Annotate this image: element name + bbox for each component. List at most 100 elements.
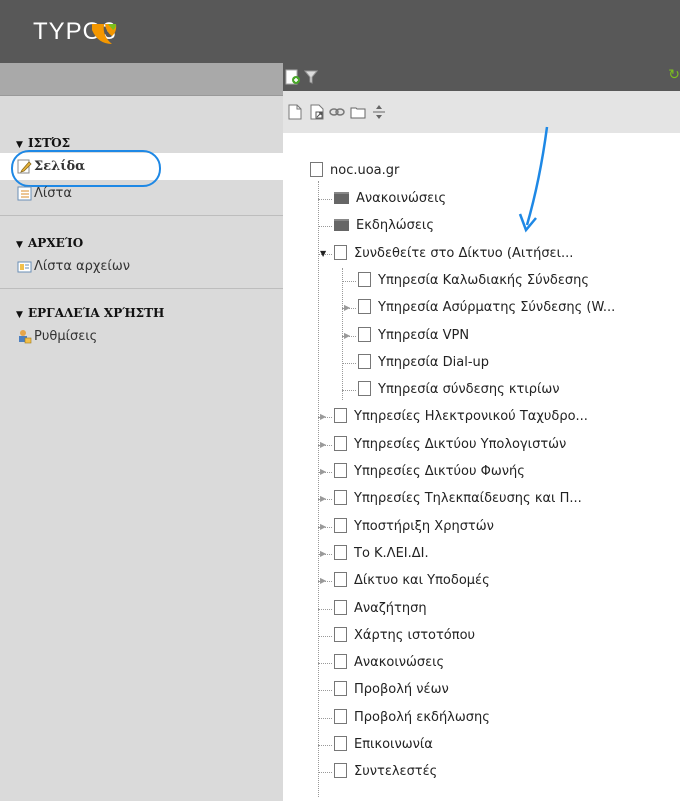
page-icon — [334, 245, 347, 260]
tree-connector — [318, 690, 332, 691]
tree-line — [342, 268, 343, 400]
tree-node[interactable]: Υπηρεσία σύνδεσης κτιρίων — [358, 380, 560, 400]
page-icon — [358, 327, 371, 342]
tree-node[interactable]: ▶ Υπηρεσίες Τηλεκπαίδευσης και Π... — [320, 489, 582, 509]
tree-connector — [342, 390, 356, 391]
tree-node[interactable]: ▶ Υπηρεσίες Δικτύου Φωνής — [320, 462, 525, 482]
page-tree: noc.uoa.gr Ανακοινώσεις Εκδηλώσεις ▼ Συνδεθ… — [283, 133, 680, 801]
tree-connector — [318, 745, 332, 746]
tree-node[interactable]: ▶ Υπηρεσία VPN — [344, 326, 470, 346]
tree-node-label: Ανακοινώσεις — [356, 191, 447, 206]
tree-node[interactable]: Συντελεστές — [334, 762, 437, 782]
tree-node-label: Υπηρεσίες Δικτύου Υπολογιστών — [354, 437, 567, 452]
page-icon — [334, 654, 347, 669]
section-title-user-tools[interactable]: ▼ ΕΡΓΑΛΕΊΑ ΧΡΉΣΤΗ — [0, 303, 283, 323]
typo3-logo-icon — [92, 24, 117, 44]
tree-connector — [318, 609, 332, 610]
tree-node-label: Υπηρεσία VPN — [378, 328, 470, 343]
tree-node[interactable]: Ανακοινώσεις — [334, 189, 446, 209]
module-item-settings[interactable]: Ρυθμίσεις — [0, 323, 283, 350]
new-page-icon[interactable] — [285, 69, 301, 85]
page-icon — [334, 736, 347, 751]
module-item-filelist[interactable]: Λίστα αρχείων — [0, 253, 283, 280]
folder-icon[interactable] — [350, 104, 366, 120]
page-icon — [310, 162, 323, 177]
page-icon — [358, 354, 371, 369]
page-icon — [334, 436, 347, 451]
module-menu-header — [0, 63, 283, 96]
tree-node[interactable]: Υπηρεσία Καλωδιακής Σύνδεσης — [358, 271, 589, 291]
tree-node-label: Υπηρεσία Καλωδιακής Σύνδεσης — [378, 273, 589, 288]
list-icon — [17, 186, 32, 201]
expand-arrow-icon[interactable]: ▶ — [320, 489, 326, 509]
page-shortcut-icon[interactable] — [309, 104, 325, 120]
collapse-arrow-icon[interactable]: ▼ — [320, 244, 326, 264]
tree-toolbar — [283, 91, 680, 134]
expand-arrow-icon[interactable]: ▶ — [320, 435, 326, 455]
page-icon[interactable] — [287, 104, 303, 120]
expand-arrow-icon[interactable]: ▶ — [320, 407, 326, 427]
tree-connector — [318, 718, 332, 719]
refresh-icon[interactable]: ↻ — [668, 67, 680, 83]
tree-node-label: Υπηρεσίες Ηλεκτρονικού Ταχυδρο... — [354, 409, 588, 424]
expand-arrow-icon[interactable]: ▶ — [344, 298, 350, 318]
tree-node[interactable]: ▶ Δίκτυο και Υποδομές — [320, 571, 490, 591]
tree-node[interactable]: ▶ Υπηρεσίες Δικτύου Υπολογιστών — [320, 435, 567, 455]
folder-icon — [334, 191, 349, 204]
tree-node[interactable]: Χάρτης ιστοτόπου — [334, 626, 475, 646]
collapse-triangle-icon: ▼ — [16, 310, 23, 320]
section-user-tools: ▼ ΕΡΓΑΛΕΊΑ ΧΡΉΣΤΗ Ρυθμίσεις — [0, 303, 283, 350]
page-icon — [334, 572, 347, 587]
page-icon — [334, 763, 347, 778]
page-icon — [334, 545, 347, 560]
tree-node[interactable]: ▶ Υπηρεσίες Ηλεκτρονικού Ταχυδρο... — [320, 407, 588, 427]
page-icon — [334, 600, 347, 615]
module-item-page[interactable]: Σελίδα — [0, 150, 283, 187]
tree-connector — [342, 281, 356, 282]
expand-arrow-icon[interactable]: ▶ — [320, 462, 326, 482]
tree-node[interactable]: ▶ Υπηρεσία Ασύρματης Σύνδεσης (W... — [344, 298, 615, 318]
tree-line — [318, 181, 319, 797]
section-title-file[interactable]: ▼ ΑΡΧΕΊΟ — [0, 233, 283, 253]
tree-node[interactable]: ▶ Το Κ.ΛΕΙ.ΔΙ. — [320, 544, 429, 564]
expand-arrow-icon[interactable]: ▶ — [344, 326, 350, 346]
tree-node-label: Υπηρεσία σύνδεσης κτιρίων — [378, 382, 560, 397]
tree-node[interactable]: ▼ Συνδεθείτε στο Δίκτυο (Αιτήσει... — [320, 244, 573, 264]
filter-icon[interactable] — [304, 69, 318, 85]
tree-node[interactable]: Προβολή νέων — [334, 680, 449, 700]
tree-node[interactable]: ▶ Υποστήριξη Χρηστών — [320, 517, 494, 537]
tree-connector — [318, 636, 332, 637]
page-icon — [358, 272, 371, 287]
tree-node[interactable]: Προβολή εκδήλωσης — [334, 708, 490, 728]
tree-node-label: Επικοινωνία — [354, 737, 433, 752]
page-icon — [334, 627, 347, 642]
tree-node[interactable]: Υπηρεσία Dial-up — [358, 353, 489, 373]
tree-node[interactable]: Εκδηλώσεις — [334, 216, 434, 236]
tree-node[interactable]: Επικοινωνία — [334, 735, 433, 755]
tree-connector — [318, 663, 332, 664]
tree-node[interactable]: Ανακοινώσεις — [334, 653, 444, 673]
tree-node-label: Χάρτης ιστοτόπου — [354, 628, 476, 643]
expand-arrow-icon[interactable]: ▶ — [320, 544, 326, 564]
collapse-triangle-icon: ▼ — [16, 240, 23, 250]
tree-node-label: Προβολή νέων — [354, 682, 449, 697]
tree-connector — [318, 199, 332, 200]
tree-node-label: Υπηρεσίες Τηλεκπαίδευσης και Π... — [354, 491, 582, 506]
page-icon — [334, 408, 347, 423]
drag-separator-icon[interactable] — [371, 104, 387, 120]
expand-arrow-icon[interactable]: ▶ — [320, 571, 326, 591]
module-item-list[interactable]: Λίστα — [0, 180, 283, 207]
tree-node-label: Το Κ.ΛΕΙ.ΔΙ. — [354, 546, 429, 561]
tree-node-label: Υποστήριξη Χρηστών — [354, 519, 494, 534]
tree-node-label: Εκδηλώσεις — [356, 218, 434, 233]
tree-root-node[interactable]: noc.uoa.gr — [310, 161, 399, 181]
expand-arrow-icon[interactable]: ▶ — [320, 517, 326, 537]
page-icon — [358, 381, 371, 396]
section-file: ▼ ΑΡΧΕΊΟ Λίστα αρχείων — [0, 233, 283, 289]
tree-top-bar: ↻ — [283, 63, 680, 91]
tree-node-label: Υπηρεσίες Δικτύου Φωνής — [354, 464, 525, 479]
tree-node[interactable]: Αναζήτηση — [334, 599, 427, 619]
link-icon[interactable] — [329, 104, 345, 120]
tree-node-label: Δίκτυο και Υποδομές — [354, 573, 490, 588]
section-divider — [0, 288, 283, 289]
